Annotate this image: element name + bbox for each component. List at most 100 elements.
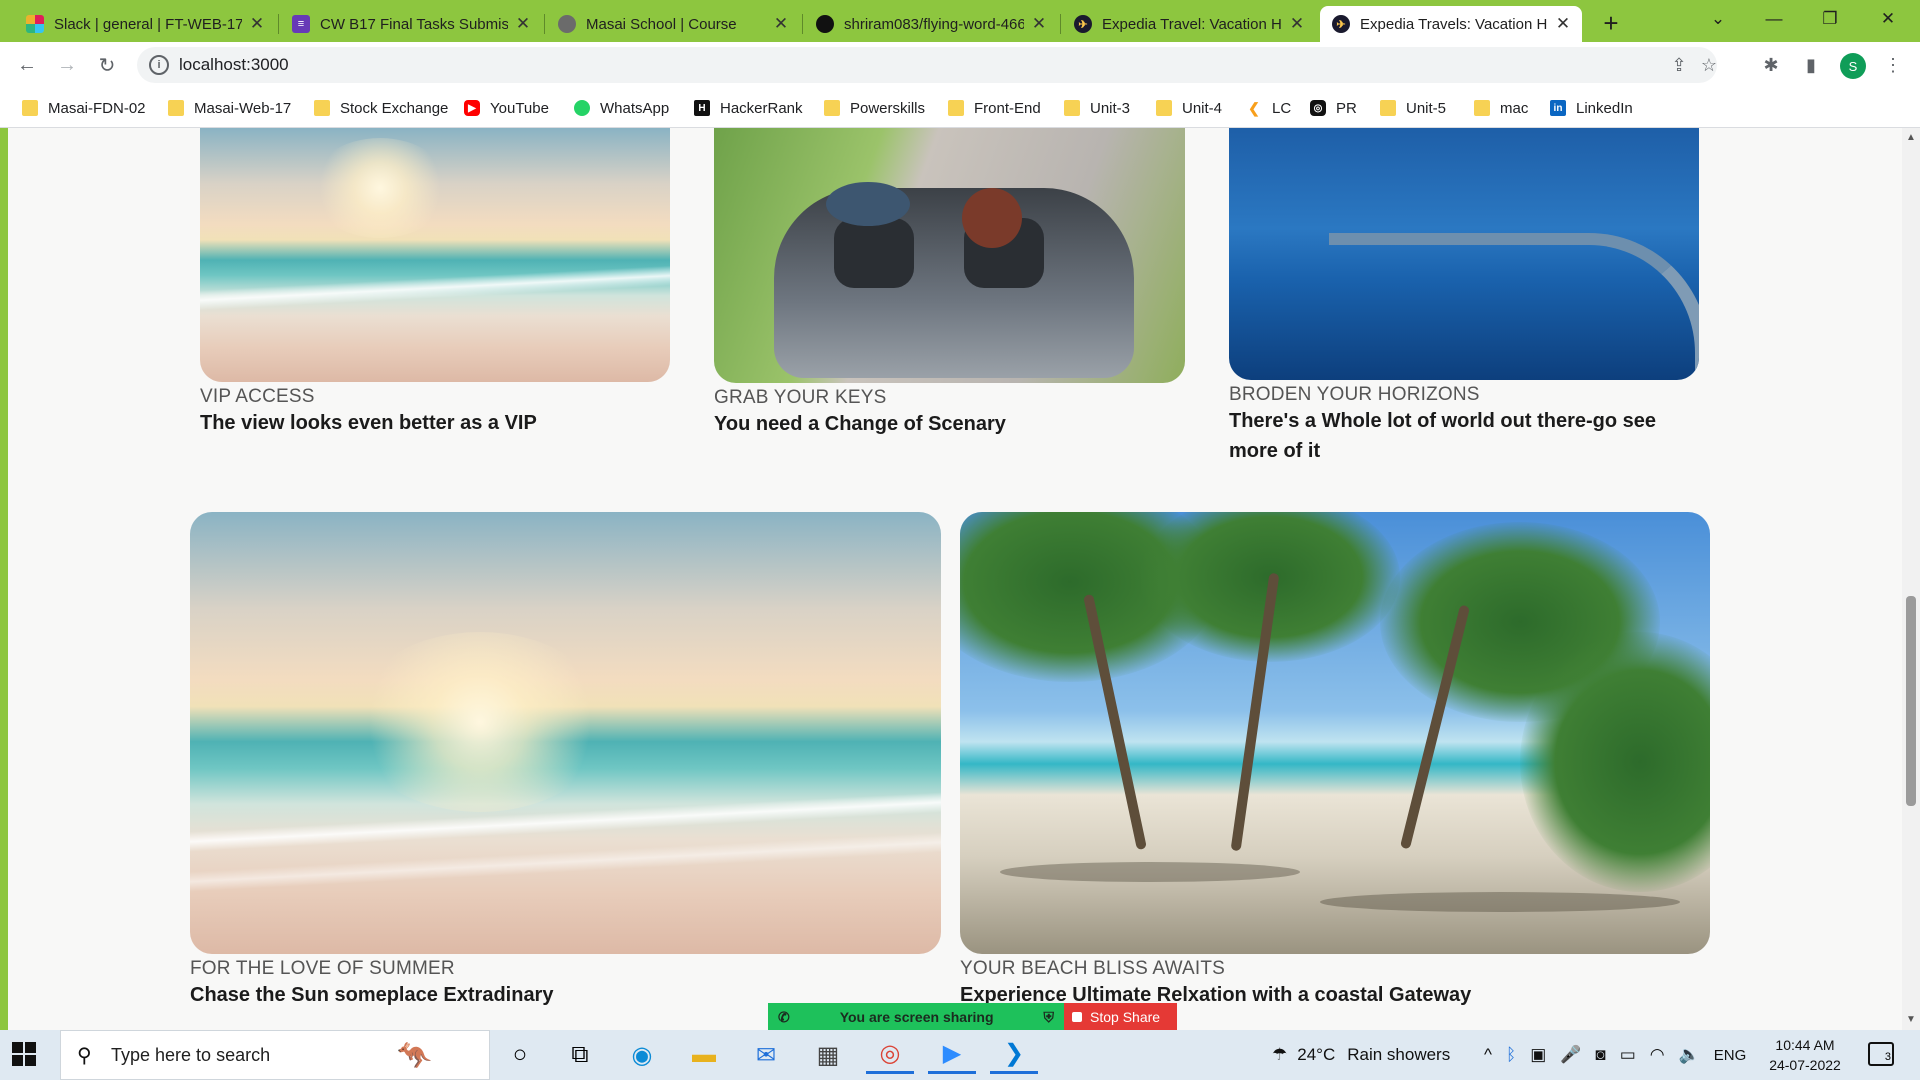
bluetooth-icon[interactable]: ᛒ (1506, 1045, 1516, 1065)
chevron-up-icon[interactable]: ^ (1484, 1045, 1492, 1065)
bookmark-linkedin[interactable]: in LinkedIn (1550, 96, 1633, 120)
shield-icon: ⛨ (1043, 1008, 1054, 1025)
tab-search-button[interactable]: ⌄ (1690, 4, 1746, 34)
card-broden-horizons[interactable]: BRODEN YOUR HORIZONS There's a Whole lot… (1229, 128, 1699, 466)
system-clock[interactable]: 10:44 AM 24-07-2022 (1766, 1035, 1844, 1075)
pr-icon: ◎ (1310, 100, 1326, 116)
language-indicator[interactable]: ENG (1714, 1047, 1747, 1064)
share-icon[interactable]: ⇪ (1667, 53, 1691, 77)
scrollbar-thumb[interactable] (1906, 596, 1916, 806)
weather-widget[interactable]: ☂ 24°C Rain showers (1272, 1030, 1450, 1080)
scroll-down-arrow-icon[interactable]: ▼ (1906, 1014, 1916, 1025)
tab-cw-b17[interactable]: ≡ CW B17 Final Tasks Submissi ✕ (280, 6, 542, 42)
close-icon[interactable]: ✕ (248, 14, 266, 34)
card-tag: YOUR BEACH BLISS AWAITS (960, 958, 1226, 979)
search-highlight-icon: 🦘 (397, 1040, 432, 1071)
page-scrollbar[interactable]: ▲ ▼ (1902, 128, 1920, 1030)
phone-icon: ✆ (778, 1008, 790, 1025)
bookmark-masai-web[interactable]: Masai-Web-17 (168, 96, 291, 120)
notification-count: 3 (1884, 1051, 1891, 1063)
close-window-button[interactable]: ✕ (1860, 4, 1916, 34)
battery-icon[interactable]: ▭ (1620, 1045, 1636, 1065)
volume-icon[interactable]: 🔈 (1679, 1045, 1700, 1065)
close-icon[interactable]: ✕ (1288, 14, 1306, 34)
card-image-palm-beach (960, 512, 1710, 954)
folder-icon (168, 100, 184, 116)
new-tab-button[interactable]: + (1596, 8, 1626, 38)
url-text[interactable]: localhost:3000 (179, 55, 289, 75)
bookmark-mac[interactable]: mac (1474, 96, 1528, 120)
close-icon[interactable]: ✕ (1554, 14, 1572, 34)
scroll-up-arrow-icon[interactable]: ▲ (1906, 132, 1916, 143)
minimize-button[interactable]: — (1746, 4, 1802, 34)
bookmark-unit-5[interactable]: Unit-5 (1380, 96, 1446, 120)
bookmark-pr[interactable]: ◎ PR (1310, 96, 1357, 120)
restore-button[interactable]: ❐ (1802, 4, 1858, 34)
bookmark-powerskills[interactable]: Powerskills (824, 96, 925, 120)
bookmark-label: Masai-FDN-02 (48, 99, 146, 117)
bookmark-whatsapp[interactable]: WhatsApp (574, 96, 669, 120)
windows-start-icon[interactable] (12, 1042, 36, 1066)
bookmark-front-end[interactable]: Front-End (948, 96, 1041, 120)
tab-github[interactable]: shriram083/flying-word-4660 ✕ (804, 6, 1058, 42)
bookmark-masai-fdn[interactable]: Masai-FDN-02 (22, 96, 146, 120)
address-bar[interactable]: i localhost:3000 ⇪ ☆ (137, 47, 1717, 83)
chrome-icon[interactable]: ◎ (866, 1036, 914, 1074)
card-vip-access[interactable]: VIP ACCESS The view looks even better as… (200, 128, 670, 438)
bookmark-unit-4[interactable]: Unit-4 (1156, 96, 1222, 120)
expedia-icon: ✈ (1074, 15, 1092, 33)
vscode-icon[interactable]: ❯ (990, 1036, 1038, 1074)
palm-shadow (1320, 892, 1680, 912)
tab-separator (802, 14, 803, 34)
wifi-icon[interactable]: ◠ (1650, 1045, 1665, 1065)
search-icon: ⚲ (77, 1045, 92, 1067)
calculator-icon[interactable]: ▦ (804, 1036, 852, 1074)
card-beach-bliss[interactable]: YOUR BEACH BLISS AWAITS Experience Ultim… (960, 512, 1710, 1010)
folder-icon (824, 100, 840, 116)
task-view-icon[interactable]: ⧉ (556, 1036, 604, 1074)
forward-button[interactable]: → (52, 50, 82, 80)
close-icon[interactable]: ✕ (1030, 14, 1048, 34)
microphone-icon[interactable]: 🎤 (1560, 1045, 1581, 1065)
meet-now-icon[interactable]: ▣ (1530, 1045, 1546, 1065)
edge-icon[interactable]: ◉ (618, 1036, 666, 1074)
bookmark-unit-3[interactable]: Unit-3 (1064, 96, 1130, 120)
card-love-of-summer[interactable]: FOR THE LOVE OF SUMMER Chase the Sun som… (190, 512, 941, 1010)
file-explorer-icon[interactable]: ▬ (680, 1036, 728, 1074)
close-icon[interactable]: ✕ (772, 14, 790, 34)
extensions-icon[interactable]: ✱ (1756, 50, 1786, 80)
side-panel-icon[interactable]: ▮ (1796, 50, 1826, 80)
cortana-icon[interactable]: ○ (496, 1036, 544, 1074)
bookmark-stock-exchange[interactable]: Stock Exchange (314, 96, 448, 120)
tab-masai-course[interactable]: Masai School | Course ✕ (546, 6, 800, 42)
screen-share-status[interactable]: ✆ You are screen sharing ⛨ (768, 1003, 1064, 1031)
menu-icon[interactable]: ⋮ (1878, 50, 1908, 80)
reload-button[interactable]: ↻ (92, 50, 122, 80)
bookmark-youtube[interactable]: ▶ YouTube (464, 96, 549, 120)
back-button[interactable]: ← (12, 50, 42, 80)
hat-shape (826, 182, 910, 226)
bookmark-label: Unit-5 (1406, 99, 1447, 117)
stop-share-button[interactable]: Stop Share (1064, 1003, 1177, 1031)
profile-avatar[interactable]: S (1840, 53, 1866, 79)
tab-expedia-1[interactable]: ✈ Expedia Travel: Vacation Hom ✕ (1062, 6, 1316, 42)
bookmark-lc[interactable]: ❮ LC (1246, 96, 1291, 120)
card-grab-your-keys[interactable]: GRAB YOUR KEYS You need a Change of Scen… (714, 128, 1185, 439)
bookmark-label: WhatsApp (600, 99, 670, 117)
close-icon[interactable]: ✕ (514, 14, 532, 34)
tab-expedia-active[interactable]: ✈ Expedia Travels: Vacation Ho ✕ (1320, 6, 1582, 42)
camera-icon[interactable]: ◙ (1595, 1045, 1605, 1065)
slack-icon (26, 15, 44, 33)
notification-center-icon[interactable]: 3 (1868, 1042, 1894, 1066)
taskbar-search[interactable]: ⚲ Type here to search 🦘 (60, 1030, 490, 1080)
tab-slack[interactable]: Slack | general | FT-WEB-17 ✕ (14, 6, 276, 42)
weather-temp: 24°C (1297, 1045, 1336, 1064)
mail-icon[interactable]: ✉ (742, 1036, 790, 1074)
zoom-icon[interactable]: ▶ (928, 1036, 976, 1074)
info-icon[interactable]: i (149, 55, 169, 75)
bookmark-hackerrank[interactable]: H HackerRank (694, 96, 803, 120)
card-tag: VIP ACCESS (200, 386, 315, 407)
bookmark-label: Powerskills (850, 99, 926, 117)
expedia-icon: ✈ (1332, 15, 1350, 33)
bookmark-star-icon[interactable]: ☆ (1697, 53, 1721, 77)
